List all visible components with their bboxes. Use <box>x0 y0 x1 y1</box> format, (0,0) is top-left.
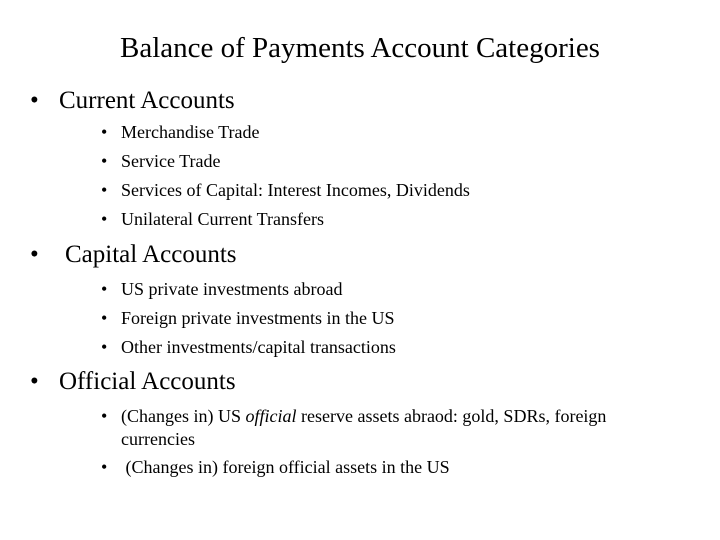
bullet-icon: • <box>101 209 108 229</box>
bullet-icon: • <box>101 151 108 171</box>
bullet-icon: • <box>30 241 39 268</box>
bullet-icon: • <box>30 368 39 395</box>
bullet-icon: • <box>101 122 108 142</box>
bullet-icon: • <box>30 87 39 114</box>
list-item-text: Foreign private investments in the US <box>121 308 395 328</box>
bullet-icon: • <box>101 279 108 299</box>
section-heading-text: Current Accounts <box>59 87 235 114</box>
slide-title: Balance of Payments Account Categories <box>120 32 600 64</box>
section-heading-text: Capital Accounts <box>65 241 237 268</box>
list-item-text: currencies <box>121 429 195 449</box>
bullet-icon: • <box>101 406 108 426</box>
list-item-text: (Changes in) foreign official assets in … <box>121 457 450 477</box>
list-item-text: Other investments/capital transactions <box>121 337 396 357</box>
bullet-icon: • <box>101 457 108 477</box>
bullet-icon: • <box>101 180 108 200</box>
list-item-text: Service Trade <box>121 151 221 171</box>
section-heading-text: Official Accounts <box>59 368 236 395</box>
list-item-text: US private investments abroad <box>121 279 343 299</box>
text-suffix: reserve assets abraod: gold, SDRs, forei… <box>296 406 607 426</box>
list-item-text: Services of Capital: Interest Incomes, D… <box>121 180 470 200</box>
text-emphasis: official <box>245 406 297 426</box>
list-item-text: (Changes in) US official reserve assets … <box>121 405 606 427</box>
bullet-icon: • <box>101 337 108 357</box>
list-item-text: Merchandise Trade <box>121 122 260 142</box>
text-prefix: (Changes in) US <box>121 406 246 426</box>
list-item-text: Unilateral Current Transfers <box>121 209 324 229</box>
bullet-icon: • <box>101 308 108 328</box>
